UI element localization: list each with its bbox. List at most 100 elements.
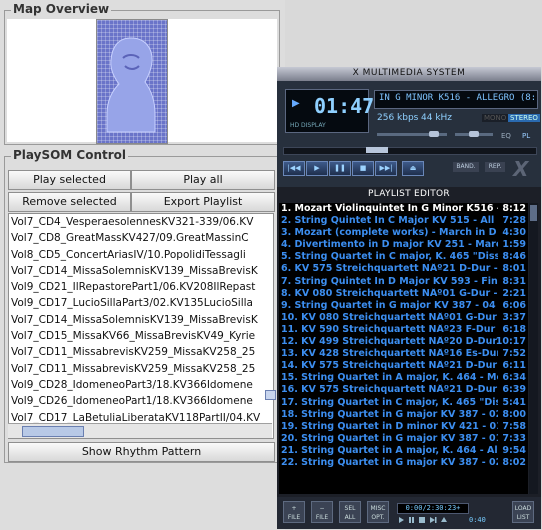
- playlist-row[interactable]: 4. Divertimento in D major KV 251 - Marc…: [279, 239, 528, 251]
- export-playlist-button[interactable]: Export Playlist: [131, 192, 275, 212]
- add-file-button[interactable]: + FILE: [283, 501, 305, 523]
- mini-transport-controls[interactable]: [397, 516, 467, 524]
- list-item[interactable]: Vol7_CD14_MissaSolemnisKV139_MissaBrevis…: [9, 312, 273, 328]
- track-duration: 8:02: [502, 456, 526, 468]
- remove-file-sub: FILE: [315, 514, 329, 521]
- track-title: 6. KV 575 Streichquartett NÂº21 D-Dur -: [281, 263, 498, 275]
- eject-button[interactable]: ⏏: [402, 161, 424, 176]
- playlist-row[interactable]: 15. String Quartet in A major, K. 464 - …: [279, 372, 528, 384]
- list-item[interactable]: Vol7_CD15_MissaKV66_MissaBrevisKV49_Kyri…: [9, 328, 273, 344]
- list-item[interactable]: Vol9_CD21_IlRepastorePart1/06.KV208IlRep…: [9, 279, 273, 295]
- track-title: 11. KV 590 Streichquartett NÂº23 F-Dur -: [281, 323, 498, 335]
- track-title: 18. String Quartet in G major KV 387 - 0…: [281, 408, 498, 420]
- list-item[interactable]: Vol7_CD11_MissabrevisKV259_MissaKV258_25: [9, 344, 273, 360]
- mini-pause-icon[interactable]: [409, 517, 411, 523]
- track-title: 12. KV 499 Streichquartett NÂº20 D-Dur: [281, 336, 498, 348]
- balance-knob[interactable]: [469, 131, 479, 137]
- list-item[interactable]: Vol7_CD11_MissabrevisKV259_MissaKV258_25: [9, 361, 273, 377]
- mono-indicator: MONO: [482, 114, 509, 122]
- play-all-button[interactable]: Play all: [131, 170, 275, 190]
- remove-selected-button[interactable]: Remove selected: [8, 192, 131, 212]
- seek-knob[interactable]: [366, 147, 388, 153]
- player-title: X MULTIMEDIA SYSTEM: [352, 68, 466, 78]
- mini-stop-icon[interactable]: [419, 517, 425, 523]
- playlist-row[interactable]: 11. KV 590 Streichquartett NÂº23 F-Dur -…: [279, 324, 528, 336]
- list-horizontal-scrollbar[interactable]: [8, 423, 272, 438]
- misc-options-button[interactable]: MISC OPT.: [367, 501, 389, 523]
- playlist-row[interactable]: 9. String Quartet in G major KV 387 - 04…: [279, 300, 528, 312]
- playlist[interactable]: 1. Mozart Violinquintet In G Minor K516 …: [279, 203, 528, 494]
- playlist-row[interactable]: 1. Mozart Violinquintet In G Minor K516 …: [279, 203, 528, 215]
- mini-play-icon[interactable]: [399, 517, 404, 523]
- playlist-row[interactable]: 13. KV 428 Streichquartett NÂº16 Es-Dur 7…: [279, 348, 528, 360]
- playlist-scroll-thumb[interactable]: [530, 205, 537, 221]
- playlist-row[interactable]: 18. String Quartet in G major KV 387 - 0…: [279, 409, 528, 421]
- list-item[interactable]: Vol9_CD26_IdomeneoPart1/18.KV366Idomene: [9, 393, 273, 409]
- list-item[interactable]: Vol7_CD14_MissaSolemnisKV139_MissaBrevis…: [9, 263, 273, 279]
- playlist-row[interactable]: 6. KV 575 Streichquartett NÂº21 D-Dur - 8…: [279, 263, 528, 275]
- list-item[interactable]: Vol9_CD17_LucioSillaPart3/02.KV135LucioS…: [9, 295, 273, 311]
- next-button[interactable]: ▶▶|: [375, 161, 397, 176]
- volume-slider[interactable]: [377, 131, 447, 137]
- playlist-row[interactable]: 7. String Quintet In D Major KV 593 - Fi…: [279, 276, 528, 288]
- playlist-row[interactable]: 22. String Quartet in G major KV 387 - 0…: [279, 457, 528, 469]
- map-overview-canvas: [7, 19, 277, 144]
- playlist-row[interactable]: 16. KV 575 Streichquartett NÂº21 D-Dur 6:…: [279, 384, 528, 396]
- track-duration: 7:28: [502, 215, 526, 227]
- player-title-bar[interactable]: X MULTIMEDIA SYSTEM: [277, 67, 541, 81]
- previous-button[interactable]: |◀◀: [283, 161, 305, 176]
- playlist-row[interactable]: 2. String Quintet In C Major KV 515 - Al…: [279, 215, 528, 227]
- list-item[interactable]: Vol8_CD5_ConcertAriasIV/10.PopolidiTessa…: [9, 247, 273, 263]
- som-map-image[interactable]: [96, 19, 168, 144]
- playlist-row[interactable]: 5. String Quartet in C major, K. 465 "Di…: [279, 251, 528, 263]
- pause-button[interactable]: ❚❚: [329, 161, 351, 176]
- list-horizontal-scroll-thumb[interactable]: [22, 426, 84, 437]
- playlist-row[interactable]: 17. String Quartet in C major, K. 465 "D…: [279, 397, 528, 409]
- playlist-row[interactable]: 12. KV 499 Streichquartett NÂº20 D-Dur 10…: [279, 336, 528, 348]
- track-title: 13. KV 428 Streichquartett NÂº16 Es-Dur: [281, 348, 498, 360]
- playsom-control-group: PlaySOM Control Play selected Play all R…: [4, 148, 280, 463]
- playlist-toggle[interactable]: PL: [522, 132, 530, 140]
- show-rhythm-pattern-button[interactable]: Show Rhythm Pattern: [8, 442, 275, 462]
- list-vertical-scroll-thumb[interactable]: [265, 390, 276, 400]
- playlist-row[interactable]: 21. String Quartet in A major, K. 464 - …: [279, 445, 528, 457]
- playlist-row[interactable]: 20. String Quartet in G major KV 387 - 0…: [279, 433, 528, 445]
- list-item[interactable]: Vol7_CD8_GreatMassKV427/09.GreatMassinC: [9, 230, 273, 246]
- song-title-display[interactable]: IN G MINOR K516 - ALLEGRO (8:: [374, 90, 538, 109]
- select-all-label: SEL: [344, 505, 356, 512]
- eq-toggle[interactable]: EQ: [501, 132, 511, 140]
- volume-knob[interactable]: [429, 131, 439, 137]
- track-title: 9. String Quartet in G major KV 387 - 04: [281, 299, 496, 311]
- mini-next-icon[interactable]: [430, 517, 435, 523]
- load-list-label: LOAD: [514, 505, 532, 512]
- play-selected-button[interactable]: Play selected: [8, 170, 131, 190]
- time-display[interactable]: ▶ 01:47 HD DISPLAY: [285, 89, 374, 133]
- track-duration: 6:06: [502, 299, 526, 311]
- balance-slider[interactable]: [455, 131, 493, 137]
- playlist-row[interactable]: 8. KV 080 Streichquartett NÂº01 G-Dur - 2…: [279, 288, 528, 300]
- track-duration: 1:59: [502, 239, 526, 251]
- load-list-button[interactable]: LOAD LIST: [512, 501, 534, 523]
- list-item[interactable]: Vol7_CD4_VesperaesolennesKV321-339/06.KV: [9, 214, 273, 230]
- track-duration: 7:33: [502, 432, 526, 444]
- playlist-row[interactable]: 10. KV 080 Streichquartett NÂº01 G-Dur -…: [279, 312, 528, 324]
- stereo-indicator: STEREO: [508, 114, 540, 122]
- selected-files-list[interactable]: Vol7_CD4_VesperaesolennesKV321-339/06.KV…: [8, 213, 274, 439]
- remove-file-button[interactable]: − FILE: [311, 501, 333, 523]
- list-item[interactable]: Vol9_CD28_IdomeneoPart3/18.KV366Idomene: [9, 377, 273, 393]
- select-all-button[interactable]: SEL ALL: [339, 501, 361, 523]
- band-button[interactable]: BAND.: [453, 162, 479, 172]
- mini-eject-icon[interactable]: [441, 517, 447, 522]
- stop-button[interactable]: ■: [352, 161, 374, 176]
- play-state-icon: ▶: [292, 98, 300, 109]
- playlist-row[interactable]: 3. Mozart (complete works) - March in D 4…: [279, 227, 528, 239]
- seek-bar[interactable]: [283, 147, 537, 155]
- playlist-row[interactable]: 19. String Quartet in D minor KV 421 - 0…: [279, 421, 528, 433]
- playlist-editor-title[interactable]: PLAYLIST EDITOR: [277, 187, 541, 201]
- playlist-scrollbar[interactable]: [529, 203, 538, 494]
- track-duration: 9:54: [502, 444, 526, 456]
- repeat-button[interactable]: REP.: [485, 162, 505, 172]
- playlist-row[interactable]: 14. KV 575 Streichquartett NÂº21 D-Dur -…: [279, 360, 528, 372]
- play-button[interactable]: ▶: [306, 161, 328, 176]
- track-title: 14. KV 575 Streichquartett NÂº21 D-Dur -: [281, 360, 498, 372]
